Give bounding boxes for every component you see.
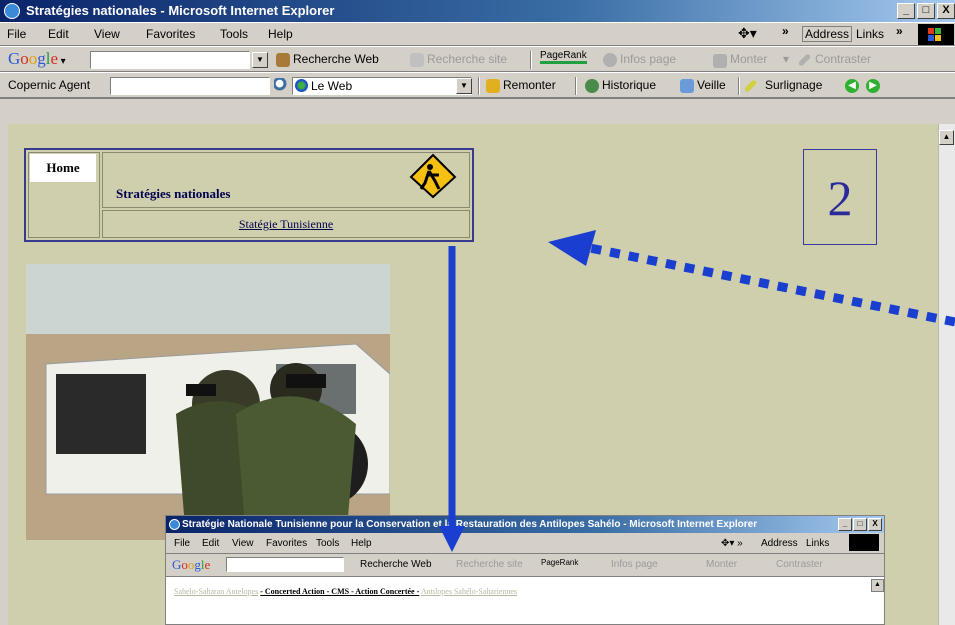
inner-menu-bar: File Edit View Favorites Tools Help ✥▾ »… bbox=[166, 533, 884, 554]
menu-favorites[interactable]: Favorites bbox=[146, 27, 195, 41]
menu-edit[interactable]: Edit bbox=[48, 27, 69, 41]
inner-menu-view[interactable]: View bbox=[232, 538, 254, 549]
up-arrow-icon bbox=[486, 79, 500, 93]
magnifier-icon[interactable] bbox=[274, 78, 288, 92]
translate-icon[interactable]: ✥▾ bbox=[738, 25, 757, 42]
inner-window-title: Stratégie Nationale Tunisienne pour la C… bbox=[182, 519, 758, 530]
home-link[interactable]: Home bbox=[30, 154, 96, 182]
scope-value: Le Web bbox=[311, 79, 353, 93]
copernic-toolbar: Copernic Agent Le Web ▼ Remonter Histori… bbox=[0, 72, 955, 98]
maximize-button[interactable]: □ bbox=[917, 3, 935, 19]
up-dropdown-icon[interactable]: ▾ bbox=[783, 52, 789, 66]
inner-page-content: Sahelo-Saharan Antelopes - Concerted Act… bbox=[166, 577, 884, 624]
page-info-button[interactable]: Infos page bbox=[620, 52, 676, 66]
links-button[interactable]: Links bbox=[856, 27, 884, 41]
browser-window: Stratégies nationales - Microsoft Intern… bbox=[0, 0, 955, 625]
pagerank-indicator[interactable]: PageRank bbox=[540, 50, 587, 64]
menu-bar: File Edit View Favorites Tools Help ✥▾ »… bbox=[0, 22, 955, 46]
inner-nav-concerted-action-link[interactable]: - Concerted Action - CMS - Action Concer… bbox=[260, 587, 419, 596]
inner-menu-tools[interactable]: Tools bbox=[316, 538, 339, 549]
inner-web-search-button[interactable]: Recherche Web bbox=[360, 559, 432, 570]
navigation-table: Statégie Tunisienne Home Stratégies nati… bbox=[24, 148, 474, 242]
binoculars-icon bbox=[276, 53, 290, 67]
highlight-button[interactable]: Surlignage bbox=[765, 78, 822, 92]
copernic-search-input[interactable] bbox=[110, 77, 270, 95]
links-chevron-icon[interactable]: » bbox=[896, 24, 903, 38]
scope-dropdown[interactable]: ▼ bbox=[456, 78, 472, 94]
web-search-button[interactable]: Recherche Web bbox=[293, 52, 379, 66]
inner-browser-window: Stratégie Nationale Tunisienne pour la C… bbox=[165, 515, 885, 625]
title-bar: Stratégies nationales - Microsoft Intern… bbox=[0, 0, 955, 22]
globe-icon bbox=[295, 79, 308, 92]
google-search-dropdown[interactable]: ▼ bbox=[252, 52, 268, 68]
remonter-button[interactable]: Remonter bbox=[503, 78, 556, 92]
inner-address-button[interactable]: Address bbox=[761, 538, 798, 549]
inner-ie-icon bbox=[169, 519, 180, 530]
watch-button[interactable]: Veille bbox=[697, 78, 726, 92]
under-construction-icon bbox=[409, 153, 457, 199]
close-button[interactable]: X bbox=[937, 3, 955, 19]
ie-logo-icon bbox=[4, 3, 20, 19]
copernic-label: Copernic Agent bbox=[8, 78, 91, 92]
inner-google-search-input[interactable] bbox=[226, 557, 344, 572]
up-button[interactable]: Monter bbox=[730, 52, 767, 66]
inner-menu-favorites[interactable]: Favorites bbox=[266, 538, 307, 549]
windows-logo-icon bbox=[918, 24, 954, 45]
inner-maximize-button[interactable]: □ bbox=[853, 518, 867, 531]
site-search-icon bbox=[410, 53, 424, 67]
inner-nav-line: Sahelo-Saharan Antelopes - Concerted Act… bbox=[174, 587, 517, 596]
inner-pagerank-indicator[interactable]: PageRank bbox=[541, 558, 578, 567]
info-icon bbox=[603, 53, 617, 67]
inner-up-button[interactable]: Monter bbox=[706, 559, 737, 570]
menu-tools[interactable]: Tools bbox=[220, 27, 248, 41]
inner-menu-help[interactable]: Help bbox=[351, 538, 372, 549]
inner-minimize-button[interactable]: _ bbox=[838, 518, 852, 531]
highlight-icon bbox=[743, 79, 758, 93]
scroll-up-button[interactable]: ▲ bbox=[939, 130, 954, 145]
forward-arrow-icon[interactable]: ▶ bbox=[866, 79, 880, 93]
contrast-button[interactable]: Contraster bbox=[815, 52, 871, 66]
inner-site-search-button[interactable]: Recherche site bbox=[456, 559, 523, 570]
history-button[interactable]: Historique bbox=[602, 78, 656, 92]
photo-binoculars bbox=[26, 264, 390, 540]
menu-file[interactable]: File bbox=[7, 27, 26, 41]
inner-scroll-up-button[interactable]: ▲ bbox=[871, 579, 884, 592]
google-logo[interactable]: Google ▾ bbox=[8, 49, 66, 69]
toolbar-chevron-icon[interactable]: » bbox=[782, 24, 789, 38]
inner-links-button[interactable]: Links bbox=[806, 538, 829, 549]
inner-google-logo[interactable]: Google bbox=[172, 557, 210, 573]
inner-google-toolbar: Google Recherche Web Recherche site Page… bbox=[166, 554, 884, 577]
inner-nav-sahelo-saharan-link[interactable]: Sahelo-Saharan Antelopes bbox=[174, 587, 258, 596]
scope-select[interactable]: Le Web bbox=[292, 77, 472, 95]
inner-page-info-button[interactable]: Infos page bbox=[611, 559, 658, 570]
minimize-button[interactable]: _ bbox=[897, 3, 915, 19]
inner-close-button[interactable]: X bbox=[868, 518, 882, 531]
inner-menu-file[interactable]: File bbox=[174, 538, 190, 549]
inner-contrast-button[interactable]: Contraster bbox=[776, 559, 823, 570]
page-heading: Stratégies nationales bbox=[116, 186, 231, 201]
window-title: Stratégies nationales - Microsoft Intern… bbox=[26, 3, 335, 18]
vertical-scrollbar[interactable]: ▲ bbox=[938, 124, 955, 625]
menu-view[interactable]: View bbox=[94, 27, 120, 41]
slide-number: 2 bbox=[803, 149, 877, 245]
site-search-button[interactable]: Recherche site bbox=[427, 52, 507, 66]
google-search-input[interactable] bbox=[90, 51, 250, 69]
inner-windows-logo-icon bbox=[849, 534, 879, 551]
inner-menu-edit[interactable]: Edit bbox=[202, 538, 219, 549]
inner-title-bar: Stratégie Nationale Tunisienne pour la C… bbox=[166, 516, 884, 533]
inner-nav-antilopes-link[interactable]: Antilopes Sahélo-Sahariennes bbox=[421, 587, 517, 596]
address-button[interactable]: Address bbox=[802, 26, 853, 42]
menu-help[interactable]: Help bbox=[268, 27, 293, 41]
history-icon bbox=[585, 79, 599, 93]
watch-icon bbox=[680, 79, 694, 93]
google-toolbar: Google ▾ ▼ Recherche Web Recherche site … bbox=[0, 46, 955, 72]
tunisia-strategy-link[interactable]: Statégie Tunisienne bbox=[103, 217, 469, 232]
pen-icon bbox=[797, 53, 812, 67]
back-arrow-icon[interactable]: ◀ bbox=[845, 79, 859, 93]
inner-translate-icon[interactable]: ✥▾ » bbox=[721, 538, 743, 549]
folder-icon bbox=[713, 54, 727, 68]
